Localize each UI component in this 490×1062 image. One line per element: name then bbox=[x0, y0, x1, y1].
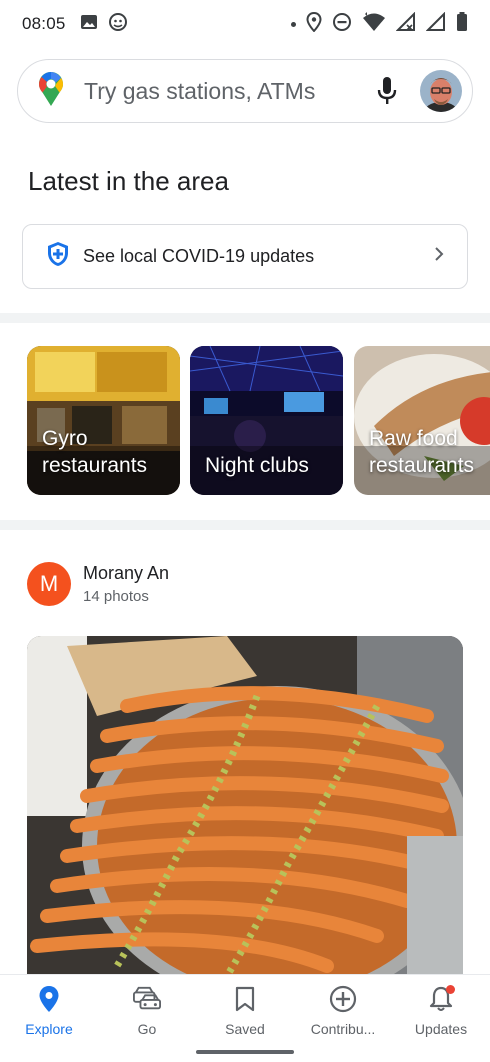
category-label-line2: restaurants bbox=[369, 454, 475, 477]
do-not-disturb-icon bbox=[332, 12, 352, 37]
covid-updates-card[interactable]: See local COVID-19 updates bbox=[22, 224, 468, 289]
post-header[interactable]: M Morany An 14 photos bbox=[27, 562, 169, 606]
status-bar: 08:05 bbox=[0, 0, 490, 48]
mic-icon[interactable] bbox=[372, 76, 402, 106]
nav-updates[interactable]: Updates bbox=[392, 975, 490, 1062]
shield-plus-icon bbox=[47, 241, 69, 272]
category-label-line2: restaurants bbox=[42, 454, 148, 477]
android-debug-icon bbox=[108, 12, 128, 37]
wifi-icon bbox=[362, 12, 386, 37]
signal-icon bbox=[395, 11, 416, 37]
nav-contribute[interactable]: Contribu... bbox=[294, 975, 392, 1062]
section-title: Latest in the area bbox=[28, 166, 229, 196]
image-icon bbox=[80, 14, 98, 35]
covid-updates-label: See local COVID-19 updates bbox=[83, 246, 315, 266]
post-photo[interactable] bbox=[27, 636, 463, 976]
search-input[interactable]: Try gas stations, ATMs bbox=[84, 78, 372, 105]
nav-go[interactable]: Go bbox=[98, 975, 196, 1062]
notification-dot-icon bbox=[291, 22, 296, 27]
signal-icon-2 bbox=[425, 11, 446, 37]
post-author-avatar[interactable]: M bbox=[27, 562, 71, 606]
divider bbox=[0, 520, 490, 530]
nav-label: Go bbox=[137, 1021, 157, 1037]
nav-label: Updates bbox=[414, 1021, 468, 1037]
chevron-right-icon bbox=[433, 245, 445, 268]
account-avatar[interactable] bbox=[420, 70, 462, 112]
nav-label: Contribu... bbox=[310, 1021, 376, 1037]
notification-badge bbox=[446, 985, 455, 994]
nav-explore[interactable]: Explore bbox=[0, 975, 98, 1062]
home-indicator[interactable] bbox=[196, 1050, 294, 1054]
category-label-line1: Gyro bbox=[42, 427, 88, 450]
maps-pin-icon bbox=[38, 71, 64, 112]
post-photo-count: 14 photos bbox=[83, 588, 149, 605]
divider bbox=[0, 313, 490, 323]
status-time: 08:05 bbox=[22, 14, 66, 33]
battery-icon bbox=[456, 12, 468, 37]
bell-icon bbox=[427, 985, 455, 1013]
category-card-night-clubs[interactable]: Night clubs bbox=[190, 346, 343, 495]
car-icon bbox=[133, 985, 161, 1013]
nav-label: Explore bbox=[25, 1021, 73, 1037]
category-card-gyro[interactable]: Gyro restaurants bbox=[27, 346, 180, 495]
explore-pin-icon bbox=[35, 985, 63, 1013]
add-circle-icon bbox=[329, 985, 357, 1013]
category-label-line1: Raw food bbox=[369, 427, 458, 450]
search-bar[interactable]: Try gas stations, ATMs bbox=[17, 59, 473, 123]
bookmark-icon bbox=[231, 985, 259, 1013]
location-icon bbox=[306, 11, 322, 37]
category-label-line1: Night clubs bbox=[205, 454, 309, 477]
category-card-raw-food[interactable]: Raw food restaurants bbox=[354, 346, 490, 495]
bottom-nav: Explore Go Saved Contribu... Updates bbox=[0, 974, 490, 1062]
category-carousel[interactable]: Gyro restaurants Night clubs Raw food re… bbox=[27, 346, 490, 496]
kunafa-photo bbox=[27, 636, 463, 976]
nav-saved[interactable]: Saved bbox=[196, 975, 294, 1062]
nav-label: Saved bbox=[225, 1021, 265, 1037]
post-author-name[interactable]: Morany An bbox=[83, 563, 169, 584]
